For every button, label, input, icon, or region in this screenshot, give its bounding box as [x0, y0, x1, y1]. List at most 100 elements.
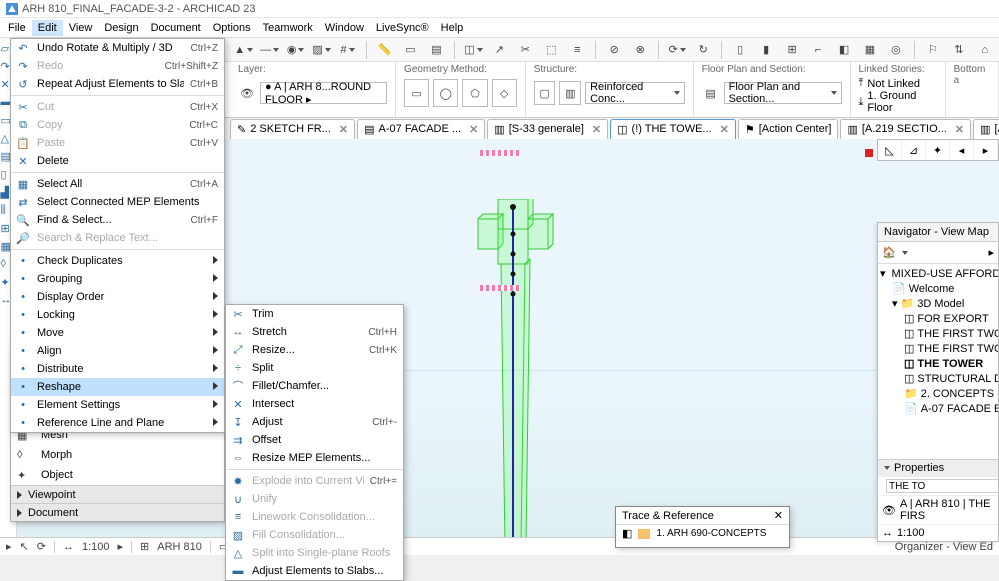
reshape-item-trim[interactable]: ✂Trim [226, 305, 403, 323]
navigator-tree[interactable]: ▾ MIXED-USE AFFORDA 📄Welcome▾📁3D Model◫F… [878, 264, 998, 459]
menu-item-element-settings[interactable]: •Element Settings [11, 396, 224, 414]
toolbox-header-document[interactable]: Document [11, 503, 224, 521]
reshape-item-resize-[interactable]: ⤢Resize...Ctrl+K [226, 341, 403, 359]
extrude-icon[interactable]: ⬚ [541, 41, 561, 59]
nav-node-for-export[interactable]: ◫FOR EXPORT [880, 311, 996, 326]
nav-map-dropdown-icon[interactable] [902, 251, 908, 255]
trim-icon[interactable]: ✂ [515, 41, 535, 59]
reshape-item-split[interactable]: ÷Split [226, 359, 403, 377]
layer-dropdown[interactable]: ● A | ARH 8...ROUND FLOOR ▸ [260, 82, 387, 104]
chevron-right-icon[interactable]: ▸ [118, 540, 124, 553]
nav-node-welcome[interactable]: 📄Welcome [880, 281, 996, 296]
qo-select-icon[interactable]: ◺ [878, 140, 902, 160]
sb-zoom[interactable]: 1:100 [82, 541, 110, 553]
menu-item-reference-line-and-plane[interactable]: •Reference Line and Plane [11, 414, 224, 432]
door-icon[interactable]: ▯ [730, 41, 750, 59]
menu-item-repeat-adjust-elements-to-slabs-[interactable]: ↺Repeat Adjust Elements to Slabs...Ctrl+… [11, 75, 224, 93]
menu-design[interactable]: Design [98, 20, 144, 36]
menu-help[interactable]: Help [435, 20, 470, 36]
qo-back-icon[interactable]: ◂ [950, 140, 974, 160]
menu-livesync[interactable]: LiveSync® [370, 20, 435, 36]
menu-options[interactable]: Options [207, 20, 257, 36]
home-icon[interactable]: ⌂ [975, 41, 995, 59]
menu-item-locking[interactable]: •Locking [11, 306, 224, 324]
cursor-tool-icon[interactable]: ▲ [234, 41, 254, 59]
flag-icon[interactable]: ⚐ [923, 41, 943, 59]
menu-item-select-all[interactable]: ▦Select AllCtrl+A [11, 175, 224, 193]
eye-icon[interactable]: 👁 [238, 84, 256, 102]
tab--action-center-[interactable]: ⚑[Action Center] [738, 119, 839, 139]
reshape-item-intersect[interactable]: ✕Intersect [226, 395, 403, 413]
tab-2-sketch-fr-[interactable]: ✎2 SKETCH FR...✕ [230, 119, 355, 139]
close-icon[interactable]: ✕ [774, 509, 783, 522]
menu-item-reshape[interactable]: •Reshape [11, 378, 224, 396]
elevation-icon[interactable]: ▦ [860, 41, 880, 59]
struct-composite-icon[interactable]: ▥ [559, 81, 581, 105]
structure-dropdown[interactable]: Reinforced Conc... [585, 82, 684, 104]
nav-node-the-first-two-f[interactable]: ◫THE FIRST TWO F [880, 326, 996, 341]
struct-basic-icon[interactable]: ▢ [534, 81, 556, 105]
close-icon[interactable]: ✕ [955, 123, 964, 136]
teamwork-icon[interactable]: ⇅ [949, 41, 969, 59]
floorplan-dropdown[interactable]: Floor Plan and Section... [724, 82, 842, 104]
tab--a-219-sectio-[interactable]: ▥[A.219 SECTIO...✕ [840, 119, 971, 139]
qo-ortho-icon[interactable]: ⊿ [902, 140, 926, 160]
tab--s-33-generale-[interactable]: ▥[S-33 generale]✕ [487, 119, 608, 139]
toolbox-header-viewpoint[interactable]: Viewpoint [11, 485, 224, 503]
nav-node-the-tower[interactable]: ◫THE TOWER [880, 356, 996, 371]
sb-orbit-icon[interactable]: ⟳ [37, 540, 46, 553]
geo-rot-icon[interactable]: ◇ [492, 79, 517, 107]
arrow-angle-icon[interactable]: ↗ [489, 41, 509, 59]
split2-icon[interactable]: ⊗ [630, 41, 650, 59]
menu-item-display-order[interactable]: •Display Order [11, 288, 224, 306]
sb-arrow-icon[interactable]: ▸ [6, 540, 12, 553]
nav-node-the-first-two-f[interactable]: ◫THE FIRST TWO F [880, 341, 996, 356]
menu-item-distribute[interactable]: •Distribute [11, 360, 224, 378]
sb-scale-icon[interactable]: ↔ [63, 541, 74, 553]
fps-icon[interactable]: ▤ [702, 84, 720, 102]
geo-rect-icon[interactable]: ▭ [404, 79, 429, 107]
menu-window[interactable]: Window [319, 20, 370, 36]
reshape-item-offset[interactable]: ⇉Offset [226, 431, 403, 449]
menu-view[interactable]: View [63, 20, 99, 36]
line-tool-icon[interactable]: — [260, 41, 280, 59]
properties-header[interactable]: Properties [878, 459, 998, 476]
menu-edit[interactable]: Edit [32, 20, 63, 36]
sb-model[interactable]: ARH 810 [157, 541, 202, 553]
nav-node-structural-dia[interactable]: ◫STRUCTURAL DIA [880, 371, 996, 386]
menu-item-undo-rotate-multiply-d[interactable]: ↶Undo Rotate & Multiply / 3DCtrl+Z [11, 39, 224, 57]
reshape-item-resize-mep-elements-[interactable]: ⇔Resize MEP Elements... [226, 449, 403, 467]
menu-item-check-duplicates[interactable]: •Check Duplicates [11, 252, 224, 270]
tool-morph[interactable]: ◊Morph [11, 445, 224, 465]
trace-toggle-icon[interactable]: ◧ [622, 527, 632, 540]
expand-icon[interactable]: ▾ [892, 297, 898, 310]
reshape-item-adjust[interactable]: ↧AdjustCtrl+- [226, 413, 403, 431]
beam-icon[interactable]: ⌐ [808, 41, 828, 59]
menu-item-align[interactable]: •Align [11, 342, 224, 360]
alert-indicator[interactable] [865, 149, 873, 157]
nav-node-2-concepts-ty[interactable]: 📁2. CONCEPTS -TY [880, 386, 996, 401]
close-icon[interactable]: ✕ [339, 123, 348, 136]
hatch-tool-icon[interactable]: ▨ [312, 41, 332, 59]
close-icon[interactable]: ✕ [720, 123, 729, 136]
align-icon[interactable]: ≡ [567, 41, 587, 59]
trace-reference-palette[interactable]: Trace & Reference ✕ ◧ 1. ARH 690-CONCEPT… [615, 506, 790, 548]
tool-object[interactable]: ✦Object [11, 465, 224, 485]
eye-tool-icon[interactable]: ◉ [286, 41, 306, 59]
reshape-item-stretch[interactable]: ↔StretchCtrl+H [226, 323, 403, 341]
geo-poly-icon[interactable]: ⬠ [462, 79, 487, 107]
section-icon[interactable]: ◧ [834, 41, 854, 59]
menu-item-grouping[interactable]: •Grouping [11, 270, 224, 288]
sb-cursor-icon[interactable]: ↖ [20, 540, 29, 553]
reshape-item-adjust-elements-to-slabs-[interactable]: ▬Adjust Elements to Slabs... [226, 562, 403, 580]
tab-a-07-facade-[interactable]: ▤A-07 FACADE ...✕ [357, 119, 485, 139]
qo-fwd-icon[interactable]: ▸ [974, 140, 998, 160]
menu-file[interactable]: File [2, 20, 32, 36]
split-icon[interactable]: ⊘ [604, 41, 624, 59]
expand-icon[interactable]: ▾ [880, 267, 886, 280]
tab--the-towe-[interactable]: ◫(!) THE TOWE...✕ [610, 119, 736, 139]
ruler-icon[interactable]: 📏 [375, 41, 395, 59]
book-icon[interactable]: ▤ [426, 41, 446, 59]
cube-icon[interactable]: ◫ [463, 41, 483, 59]
menu-item-select-connected-mep-elements[interactable]: ⇄Select Connected MEP Elements [11, 193, 224, 211]
